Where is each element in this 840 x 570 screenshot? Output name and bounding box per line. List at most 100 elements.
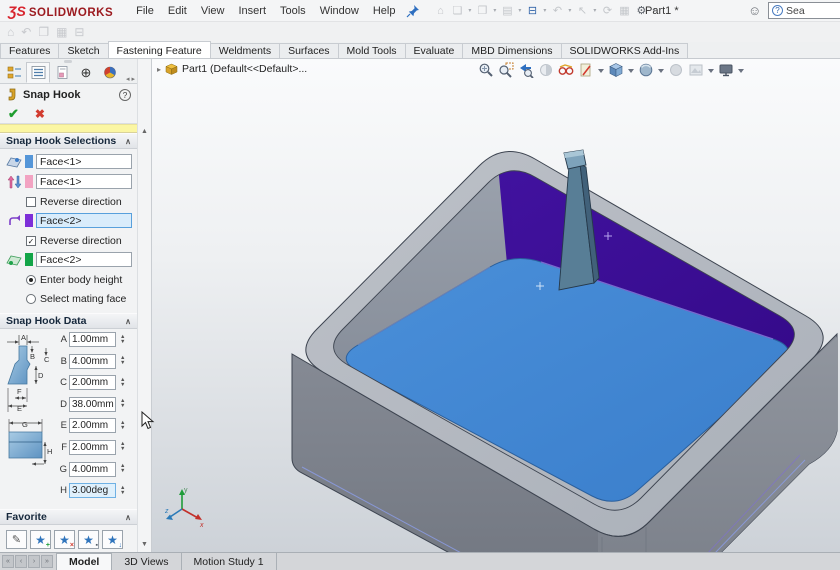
view-settings-caret-icon[interactable]: [738, 69, 744, 76]
menu-edit[interactable]: Edit: [161, 2, 194, 20]
menu-tools[interactable]: Tools: [273, 2, 313, 20]
tab-nav-previous-icon[interactable]: ‹: [15, 555, 27, 568]
home-icon[interactable]: ⌂: [432, 3, 448, 19]
zoom-to-area-icon[interactable]: [498, 62, 514, 78]
undo-icon[interactable]: ↶: [549, 3, 565, 19]
panel-splitter-handle[interactable]: [64, 60, 72, 63]
menu-insert[interactable]: Insert: [231, 2, 273, 20]
menu-help[interactable]: Help: [366, 2, 403, 20]
undo-caret-icon[interactable]: ▾: [566, 7, 573, 14]
toolbar-home-icon[interactable]: ⌂: [7, 25, 14, 39]
load-favorite-button[interactable]: ★↓: [102, 530, 123, 549]
previous-view-icon[interactable]: [518, 62, 534, 78]
spinner[interactable]: ▲▼: [120, 399, 125, 409]
dynamic-annotation-views-icon[interactable]: [558, 62, 574, 78]
dimension-b-input[interactable]: 4.00mm: [69, 354, 116, 369]
file-properties-icon[interactable]: ▦: [616, 3, 632, 19]
delete-favorite-button[interactable]: ★×: [54, 530, 75, 549]
tab-mold-tools[interactable]: Mold Tools: [338, 43, 406, 58]
tab-fastening-feature[interactable]: Fastening Feature: [108, 41, 211, 58]
tab-scroll-left-icon[interactable]: ◂: [126, 75, 130, 83]
dimension-h-input[interactable]: 3.00deg: [69, 483, 116, 498]
cancel-button[interactable]: ✖: [35, 107, 45, 121]
tab-sketch[interactable]: Sketch: [58, 43, 108, 58]
apply-defaults-button[interactable]: ✎: [6, 530, 27, 549]
tab-nav-next-icon[interactable]: ›: [28, 555, 40, 568]
tab-weldments[interactable]: Weldments: [210, 43, 280, 58]
toolbar-copy-icon[interactable]: ❐: [38, 25, 49, 39]
new-document-caret-icon[interactable]: ▾: [466, 7, 473, 14]
toolbar-print-icon[interactable]: ⊟: [74, 25, 84, 39]
spinner[interactable]: ▲▼: [120, 486, 125, 496]
spinner[interactable]: ▲▼: [120, 356, 125, 366]
search-box[interactable]: ? Sea: [768, 2, 840, 19]
tab-property-manager[interactable]: [26, 62, 50, 83]
model-3d-box[interactable]: [152, 59, 840, 552]
dimension-a-input[interactable]: 1.00mm: [69, 332, 116, 347]
vertical-face-input[interactable]: Face<1>: [36, 174, 132, 189]
edit-appearance-icon[interactable]: [668, 62, 684, 78]
dimension-g-input[interactable]: 4.00mm: [69, 462, 116, 477]
menu-file[interactable]: File: [129, 2, 161, 20]
select-icon[interactable]: ↖: [574, 3, 590, 19]
hide-show-items-caret-icon[interactable]: [598, 69, 604, 76]
selections-collapse-icon[interactable]: ∧: [125, 137, 131, 146]
dimension-e-input[interactable]: 2.00mm: [69, 418, 116, 433]
property-manager-scrollbar[interactable]: ▲ ▼: [137, 59, 152, 552]
flyout-expand-icon[interactable]: ▸: [157, 65, 161, 74]
save-favorite-button[interactable]: ★▪: [78, 530, 99, 549]
open-caret-icon[interactable]: ▾: [491, 7, 498, 14]
tab-evaluate[interactable]: Evaluate: [405, 43, 464, 58]
tab-surfaces[interactable]: Surfaces: [279, 43, 338, 58]
tab-3d-views[interactable]: 3D Views: [112, 553, 181, 570]
mating-face-input[interactable]: Face<2>: [36, 252, 132, 267]
tab-model[interactable]: Model: [56, 553, 112, 570]
selections-section-header[interactable]: Snap Hook Selections ∧: [0, 133, 137, 149]
apply-scene-icon[interactable]: [688, 62, 704, 78]
add-favorite-button[interactable]: ★+: [30, 530, 51, 549]
enter-body-height-radio[interactable]: [26, 275, 36, 285]
hide-show-items-icon[interactable]: [578, 62, 594, 78]
graphics-viewport[interactable]: ▸ Part1 (Default<<Default>...: [152, 59, 840, 552]
open-icon[interactable]: ❐: [474, 3, 490, 19]
view-orientation-caret-icon[interactable]: [628, 69, 634, 76]
reverse-direction-checkbox-unchecked[interactable]: [26, 197, 36, 207]
tab-dimxpert-manager[interactable]: ⊕: [74, 62, 98, 83]
display-style-caret-icon[interactable]: [658, 69, 664, 76]
tab-nav-last-icon[interactable]: »: [41, 555, 53, 568]
print-icon[interactable]: ⊟: [524, 3, 540, 19]
tab-mbd-dimensions[interactable]: MBD Dimensions: [462, 43, 561, 58]
flyout-feature-tree[interactable]: ▸ Part1 (Default<<Default>...: [157, 63, 307, 75]
tab-motion-study-1[interactable]: Motion Study 1: [182, 553, 277, 570]
zoom-to-fit-icon[interactable]: [478, 62, 494, 78]
save-icon[interactable]: ▤: [499, 3, 515, 19]
scroll-up-icon[interactable]: ▲: [141, 128, 148, 135]
tab-feature-manager-tree[interactable]: [2, 62, 26, 83]
view-orientation-icon[interactable]: [608, 62, 624, 78]
select-mating-face-radio[interactable]: [26, 294, 36, 304]
display-style-icon[interactable]: [638, 62, 654, 78]
tab-scroll-right-icon[interactable]: ▸: [131, 75, 135, 83]
property-manager-help-icon[interactable]: ?: [119, 89, 131, 101]
hook-face-input[interactable]: Face<1>: [36, 154, 132, 169]
spinner[interactable]: ▲▼: [120, 335, 125, 345]
data-section-header[interactable]: Snap Hook Data ∧: [0, 313, 137, 329]
reverse-direction-checkbox-checked[interactable]: ✓: [26, 236, 36, 246]
menu-view[interactable]: View: [194, 2, 232, 20]
spinner[interactable]: ▲▼: [120, 464, 125, 474]
data-collapse-icon[interactable]: ∧: [125, 317, 131, 326]
tab-solidworks-addins[interactable]: SOLIDWORKS Add-Ins: [561, 43, 689, 58]
dimension-c-input[interactable]: 2.00mm: [69, 375, 116, 390]
select-caret-icon[interactable]: ▾: [591, 7, 598, 14]
rebuild-icon[interactable]: ⟳: [599, 3, 615, 19]
ok-button[interactable]: ✔: [8, 106, 19, 122]
spinner[interactable]: ▲▼: [120, 378, 125, 388]
scroll-down-icon[interactable]: ▼: [141, 541, 148, 548]
favorite-collapse-icon[interactable]: ∧: [125, 513, 131, 522]
tab-nav-first-icon[interactable]: «: [2, 555, 14, 568]
toolbar-undo-icon[interactable]: ↶: [21, 25, 31, 39]
tab-features[interactable]: Features: [0, 43, 59, 58]
spinner[interactable]: ▲▼: [120, 442, 125, 452]
spinner[interactable]: ▲▼: [120, 421, 125, 431]
new-document-icon[interactable]: ❏: [449, 3, 465, 19]
